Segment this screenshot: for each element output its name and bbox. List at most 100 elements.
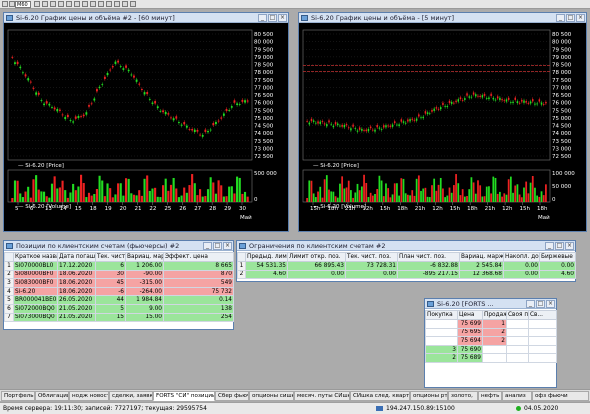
tab-si-next-quarter[interactable]: СИшка след. квартал bbox=[350, 391, 410, 401]
orderbook-row[interactable]: 75 694 2 bbox=[425, 336, 557, 346]
minimize-button[interactable]: _ bbox=[203, 242, 212, 250]
candle-body bbox=[383, 125, 385, 128]
tab-forts-si-positions[interactable]: FORTS "СИ" позиции... bbox=[153, 391, 215, 401]
maximize-button[interactable]: □ bbox=[213, 242, 222, 250]
minimize-button[interactable]: _ bbox=[526, 300, 535, 308]
cell-sell[interactable] bbox=[482, 344, 507, 355]
column-header[interactable]: План чист. поз. bbox=[397, 252, 460, 262]
table-row[interactable]: 5 BR000041BE0 26.05.2020 44 1 984.84 0.1… bbox=[4, 295, 234, 305]
tab-sber-futures[interactable]: Сбер фьюч bbox=[215, 391, 249, 401]
table-row[interactable]: 2 Si080000BF0 18.06.2020 30 -90.00 870 bbox=[4, 269, 234, 280]
orderbook-title-bar[interactable]: Si-6.20 [FORTS ... _ □ × bbox=[425, 299, 556, 309]
tab-options-si[interactable]: опционы сишка bbox=[249, 391, 294, 401]
chart-60min[interactable]: 80 500 80 00079 500 79 000 78 50078 000 77 5… bbox=[4, 24, 288, 231]
cell-price[interactable]: 75 689 bbox=[457, 353, 483, 363]
close-button[interactable]: × bbox=[576, 14, 585, 22]
toolbar-text-icon[interactable] bbox=[106, 1, 112, 7]
column-header[interactable]: Предыд. лимит bbox=[245, 252, 288, 262]
tab-options-rts[interactable]: опционы ртс bbox=[410, 391, 448, 401]
orderbook-row[interactable]: 3 75 690 bbox=[425, 344, 557, 355]
table-row[interactable]: 1 54 531.35 66 895.43 73 728.31 -6 832.8… bbox=[237, 261, 576, 271]
column-header[interactable]: Вариац. маржа bbox=[125, 252, 164, 262]
cell-buy[interactable] bbox=[425, 327, 458, 338]
column-header[interactable]: Тек. чист. поз. bbox=[345, 252, 398, 262]
tab-ofz-futures[interactable]: офз фьючи bbox=[532, 391, 589, 401]
cell-sell[interactable]: 2 bbox=[482, 327, 507, 338]
orderbook-row[interactable]: 75 699 1 bbox=[425, 319, 557, 329]
cell-sell[interactable]: 2 bbox=[482, 336, 507, 346]
toolbar-save-icon[interactable] bbox=[42, 1, 48, 7]
cell-price[interactable]: 75 699 bbox=[457, 319, 483, 329]
cell-sell[interactable] bbox=[482, 353, 507, 363]
toolbar-help-icon[interactable] bbox=[130, 1, 136, 7]
close-button[interactable]: × bbox=[278, 14, 287, 22]
table-row[interactable]: 2 4.60 0.00 0.00 -895 217.15 12 368.68 0… bbox=[237, 269, 576, 280]
cell-price[interactable]: 75 690 bbox=[457, 344, 483, 355]
cell-sell[interactable]: 1 bbox=[482, 319, 507, 329]
toolbar-arrow-icon[interactable] bbox=[114, 1, 120, 7]
tab-portfolio[interactable]: Портфель bbox=[1, 391, 35, 401]
column-header[interactable]: Св... bbox=[528, 310, 557, 320]
cell-buy[interactable]: 3 bbox=[425, 344, 458, 355]
tab-analysis[interactable]: анализ bbox=[502, 391, 532, 401]
minimize-button[interactable]: _ bbox=[545, 242, 554, 250]
table-row[interactable]: 1 Si070000BL0 17.12.2020 6 1 206.00 8 66… bbox=[4, 261, 234, 271]
column-header[interactable]: Накопл. доход bbox=[503, 252, 540, 262]
table-row[interactable]: 3 Si083000BF0 18.06.2020 45 -315.00 549 bbox=[4, 278, 234, 288]
table-row[interactable]: 4 Si-6.20 18.06.2020 -6 -264.00 75 732 bbox=[4, 286, 234, 297]
cell-buy[interactable]: 2 bbox=[425, 353, 458, 363]
toolbar-indicator-icon[interactable] bbox=[98, 1, 104, 7]
maximize-button[interactable]: □ bbox=[555, 242, 564, 250]
tab-news[interactable]: нодж новости bbox=[69, 391, 109, 401]
tab-gold[interactable]: золото, bbox=[448, 391, 478, 401]
maximize-button[interactable]: □ bbox=[566, 14, 575, 22]
column-header[interactable]: Лимит откр. поз. bbox=[287, 252, 346, 262]
chart-5min[interactable]: 80 500 80 00079 500 79 000 78 50078 000 77 5… bbox=[299, 24, 586, 231]
tab-bonds[interactable]: Облигации bbox=[35, 391, 69, 401]
column-header[interactable]: Покупка bbox=[425, 310, 458, 320]
cell-price[interactable]: 75 694 bbox=[457, 336, 483, 346]
tab-trades-orders[interactable]: сделки, заявки bbox=[109, 391, 153, 401]
maximize-button[interactable]: □ bbox=[268, 14, 277, 22]
table-row[interactable]: 7 Si073000BQ0 21.05.2020 15 15.00 254 bbox=[4, 312, 234, 323]
toolbar-stop-icon[interactable] bbox=[74, 1, 80, 7]
positions-title-bar[interactable]: Позиции по клиентским счетам (фьючерсы) … bbox=[4, 241, 233, 251]
column-header[interactable]: Эффект. цена bbox=[163, 252, 234, 262]
column-header[interactable]: Дата погашения bbox=[57, 252, 96, 262]
toolbar-app-icon[interactable] bbox=[2, 1, 8, 7]
column-header[interactable]: Краткое название bbox=[13, 252, 58, 262]
tab-monthly-puts[interactable]: месяч. путы СИшка bbox=[294, 391, 350, 401]
cell-buy[interactable] bbox=[425, 336, 458, 346]
column-header[interactable]: Вариац. маржа bbox=[459, 252, 504, 262]
chart-window-title-bar[interactable]: Si-6.20 График цены и объёма #2 - [60 ми… bbox=[4, 13, 288, 23]
toolbar-print-icon[interactable] bbox=[34, 1, 40, 7]
column-header[interactable]: Тек. чист. поз. bbox=[95, 252, 126, 262]
toolbar-zoom-icon[interactable] bbox=[122, 1, 128, 7]
close-button[interactable]: × bbox=[223, 242, 232, 250]
column-header[interactable]: Продажа bbox=[482, 310, 507, 320]
toolbar-chart-icon[interactable] bbox=[50, 1, 56, 7]
chart-window-title-bar[interactable]: Si-6.20 График цены и объёма - [5 минут]… bbox=[299, 13, 586, 23]
toolbar-settings-icon[interactable] bbox=[82, 1, 88, 7]
close-button[interactable]: × bbox=[565, 242, 574, 250]
cell-buy[interactable] bbox=[425, 319, 458, 329]
toolbar-order-icon[interactable] bbox=[66, 1, 72, 7]
orderbook-row[interactable]: 75 695 2 bbox=[425, 327, 557, 338]
toolbar-combo[interactable]: М60 bbox=[15, 1, 31, 8]
table-row[interactable]: 6 Si072000BQ0 21.05.2020 5 9.00 138 bbox=[4, 303, 234, 314]
column-header[interactable]: Цена bbox=[457, 310, 483, 320]
column-header[interactable]: Биржевые сборы bbox=[539, 252, 576, 262]
cell-price[interactable]: 75 695 bbox=[457, 327, 483, 338]
column-header[interactable]: Своя по... bbox=[506, 310, 529, 320]
minimize-button[interactable]: _ bbox=[258, 14, 267, 22]
minimize-button[interactable]: _ bbox=[556, 14, 565, 22]
tab-oil[interactable]: нефть bbox=[478, 391, 502, 401]
limits-title-bar[interactable]: Ограничения по клиентским счетам #2 _ □ … bbox=[237, 241, 575, 251]
volume-bar bbox=[204, 196, 207, 202]
orderbook-row[interactable]: 2 75 689 bbox=[425, 353, 557, 363]
candle-body bbox=[424, 111, 427, 114]
toolbar-table-icon[interactable] bbox=[58, 1, 64, 7]
close-button[interactable]: × bbox=[546, 300, 555, 308]
maximize-button[interactable]: □ bbox=[536, 300, 545, 308]
toolbar-draw-icon[interactable] bbox=[90, 1, 96, 7]
